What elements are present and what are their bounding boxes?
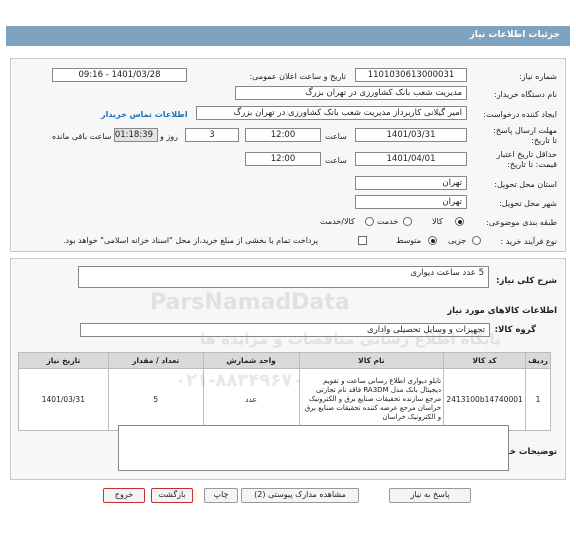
- goods-group-field: تجهیزات و وسایل تحصیلی واداری: [80, 323, 490, 337]
- process-label: نوع فرآیند خرید :: [500, 237, 557, 246]
- process-option-minor: جزیی: [448, 236, 467, 245]
- remaining-time-label: ساعت باقی مانده: [52, 132, 112, 141]
- validity-label: حداقل تاریخ اعتبار قیمت: تا تاریخ:: [496, 150, 557, 169]
- remaining-days-field: 3: [185, 128, 239, 142]
- need-number-field: 1101030613000031: [355, 68, 467, 82]
- table-row[interactable]: 1 2413100b14740001 تابلو دیواری اطلاع رس…: [18, 368, 551, 431]
- validity-date-field: 1401/04/01: [355, 152, 467, 166]
- province-label: استان محل تحویل:: [494, 180, 557, 189]
- treasury-payment-note: پرداخت تمام یا بخشی از مبلغ خرید،از محل …: [63, 236, 319, 245]
- announce-date-label: تاریخ و ساعت اعلان عمومی:: [249, 72, 346, 81]
- print-button[interactable]: چاپ: [204, 488, 238, 503]
- need-number-label: شماره نیاز:: [519, 72, 557, 81]
- row-unit: عدد: [202, 368, 300, 431]
- buyer-contact-link[interactable]: اطلاعات تماس خریدار: [101, 110, 188, 119]
- col-unit: واحد شمارش: [202, 352, 300, 369]
- remaining-time-field: 01:18:39: [114, 128, 158, 142]
- row-index: 1: [525, 368, 551, 431]
- treasury-payment-checkbox[interactable]: [358, 236, 367, 245]
- row-qty: 5: [107, 368, 204, 431]
- attachments-button[interactable]: مشاهده مدارک پیوستی (2): [241, 488, 359, 503]
- exit-button[interactable]: خروج: [103, 488, 145, 503]
- page-header: جزئیات اطلاعات نیاز: [6, 26, 570, 46]
- col-date: تاریخ نیاز: [18, 352, 109, 369]
- city-field: تهران: [355, 195, 467, 209]
- send-deadline-time-label: ساعت: [325, 132, 347, 141]
- goods-group-label: گروه کالا:: [494, 325, 536, 335]
- page-title: جزئیات اطلاعات نیاز: [469, 30, 560, 40]
- validity-time-field: 12:00: [245, 152, 321, 166]
- send-deadline-time-field: 12:00: [245, 128, 321, 142]
- category-option-goods: کالا: [432, 217, 443, 226]
- description-label: شرح کلی نیاز:: [496, 276, 557, 286]
- province-field: تهران: [355, 176, 467, 190]
- category-radio-both[interactable]: [365, 217, 374, 226]
- process-option-medium: متوسط: [396, 236, 422, 245]
- process-radio-medium[interactable]: [428, 236, 437, 245]
- row-code: 2413100b14740001: [443, 368, 527, 431]
- category-radio-service[interactable]: [403, 217, 412, 226]
- send-deadline-label: مهلت ارسال پاسخ: تا تاریخ:: [493, 126, 557, 145]
- col-name: نام کالا: [298, 352, 445, 369]
- back-button[interactable]: بازگشت: [151, 488, 193, 503]
- buyer-notes-field: [118, 425, 509, 471]
- process-radio-minor[interactable]: [472, 236, 481, 245]
- send-deadline-date-field: 1401/03/31: [355, 128, 467, 142]
- description-field: 5 عدد ساعت دیواری: [78, 266, 489, 288]
- buyer-org-label: نام دستگاه خریدار:: [494, 90, 557, 99]
- col-qty: تعداد / مقدار: [107, 352, 204, 369]
- buyer-org-field: مدیریت شعب بانک کشاورزی در تهران بزرگ: [235, 86, 467, 100]
- reply-button[interactable]: پاسخ به نیاز: [389, 488, 471, 503]
- category-radio-goods[interactable]: [455, 217, 464, 226]
- category-option-both: کالا/خدمت: [320, 217, 355, 226]
- goods-table: ردیف کد کالا نام کالا واحد شمارش تعداد /…: [18, 352, 551, 431]
- row-name: تابلو دیواری اطلاع رسانی ساعت و تقویم دی…: [298, 368, 445, 431]
- category-label: طبقه بندی موضوعی:: [486, 218, 557, 227]
- col-code: کد کالا: [443, 352, 527, 369]
- validity-time-label: ساعت: [325, 156, 347, 165]
- col-index: ردیف: [525, 352, 551, 369]
- goods-section-title: اطلاعات کالاهای مورد نیاز: [447, 306, 557, 316]
- goods-table-header: ردیف کد کالا نام کالا واحد شمارش تعداد /…: [18, 352, 551, 369]
- city-label: شهر محل تحویل:: [499, 199, 557, 208]
- creator-field: امیر گیلانی کاربرداز مدیریت شعب بانک کشا…: [196, 106, 467, 120]
- remaining-days-label: روز و: [160, 132, 178, 141]
- category-option-service: خدمت: [377, 217, 399, 226]
- announce-date-field: 1401/03/28 - 09:16: [52, 68, 187, 82]
- row-date: 1401/03/31: [18, 368, 109, 431]
- creator-label: ایجاد کننده درخواست:: [483, 110, 557, 119]
